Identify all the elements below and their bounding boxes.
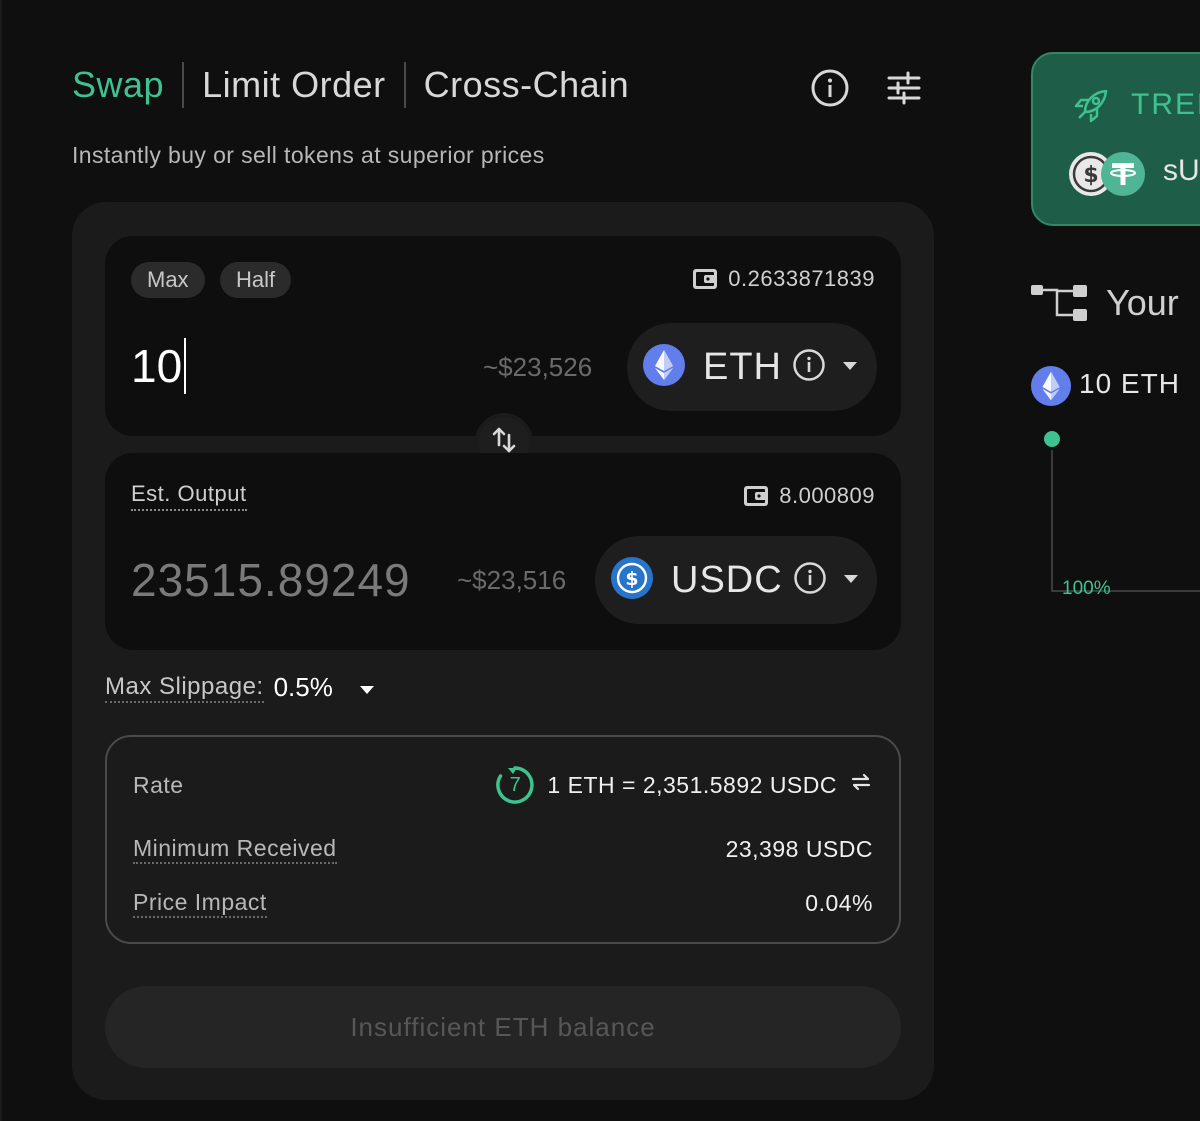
from-token-selector[interactable]: ETH [627,323,877,411]
half-button[interactable]: Half [220,262,292,298]
to-token-selector[interactable]: $ USDC [595,536,877,624]
price-impact-row: Price Impact 0.04% [133,889,873,918]
route-percentage: 100% [1062,578,1111,599]
swap-tabs: Swap Limit Order Cross-Chain [72,60,629,110]
tab-limit-order[interactable]: Limit Order [202,64,386,106]
swap-card: Max Half 0.2633871839 10 ~$23,526 ETH Es… [72,202,934,1100]
submit-swap-button[interactable]: Insufficient ETH balance [105,986,901,1068]
tab-divider [403,62,406,108]
text-caret [184,338,187,394]
left-edge-divider [0,0,2,1121]
to-usd-value: ~$23,516 [457,565,567,595]
tab-divider [182,62,185,108]
info-icon[interactable] [808,66,852,110]
header-actions [808,66,926,110]
to-balance-value: 8.000809 [779,483,875,508]
chevron-down-icon [842,358,858,376]
est-output-label: Est. Output [131,481,247,511]
trending-card[interactable]: TREN $ sU [1031,52,1200,226]
to-token-name: USDC [671,558,783,601]
stablecoin-pair-icon: $ [1067,150,1147,198]
from-balance-value: 0.2633871839 [728,266,875,291]
refresh-timer-value: 7 [509,773,522,796]
svg-text:$: $ [1083,163,1098,188]
max-slippage-label: Max Slippage: [105,673,264,703]
wallet-icon [692,267,718,291]
route-title: Your [1106,282,1179,323]
svg-text:$: $ [625,568,638,590]
wallet-icon [743,484,769,508]
chevron-down-icon[interactable] [359,674,375,702]
route-line [1051,450,1053,590]
minimum-received-row: Minimum Received 23,398 USDC [133,835,873,864]
to-amount-output: 23515.89249 [131,554,411,606]
max-button[interactable]: Max [131,262,205,298]
rate-label: Rate [133,771,184,798]
page-subtitle: Instantly buy or sell tokens at superior… [72,142,545,168]
max-slippage-value: 0.5% [273,672,333,702]
chevron-down-icon [843,571,859,589]
price-impact-label: Price Impact [133,889,267,918]
minimum-received-label: Minimum Received [133,835,337,864]
tab-cross-chain[interactable]: Cross-Chain [424,64,630,106]
token-info-icon[interactable] [792,348,826,387]
from-balance: 0.2633871839 [692,266,875,292]
from-amount-input[interactable]: 10 [131,338,187,394]
to-panel: Est. Output 8.000809 23515.89249 ~$23,51… [105,453,901,650]
refresh-timer-icon[interactable]: 7 [495,765,535,805]
eth-token-icon [643,343,685,391]
from-amount-value: 10 [131,340,183,392]
token-info-icon[interactable] [793,561,827,600]
rate-row: Rate 7 1 ETH = 2,351.5892 USDC [133,765,873,805]
usdc-token-icon: $ [611,556,653,604]
rocket-icon [1071,86,1111,131]
trending-token-name: sU [1163,154,1200,187]
route-start-dot [1044,431,1060,447]
invert-rate-icon[interactable] [849,770,873,800]
from-panel: Max Half 0.2633871839 10 ~$23,526 ETH [105,236,901,436]
to-balance: 8.000809 [743,483,875,509]
rate-value: 1 ETH = 2,351.5892 USDC [547,771,837,798]
route-from-amount: 10 ETH [1079,368,1180,399]
settings-sliders-icon[interactable] [882,66,926,110]
rate-value-group: 7 1 ETH = 2,351.5892 USDC [495,765,873,805]
swap-details: Rate 7 1 ETH = 2,351.5892 USDC Minimum R… [105,735,901,944]
trending-label: TREN [1131,88,1200,121]
max-slippage-control[interactable]: Max Slippage: 0.5% [105,672,375,703]
minimum-received-value: 23,398 USDC [725,836,873,862]
route-icon [1031,283,1089,328]
price-impact-value: 0.04% [805,890,873,916]
eth-token-icon [1031,366,1071,411]
from-token-name: ETH [703,345,782,388]
tab-swap[interactable]: Swap [72,64,164,106]
from-usd-value: ~$23,526 [483,352,593,382]
